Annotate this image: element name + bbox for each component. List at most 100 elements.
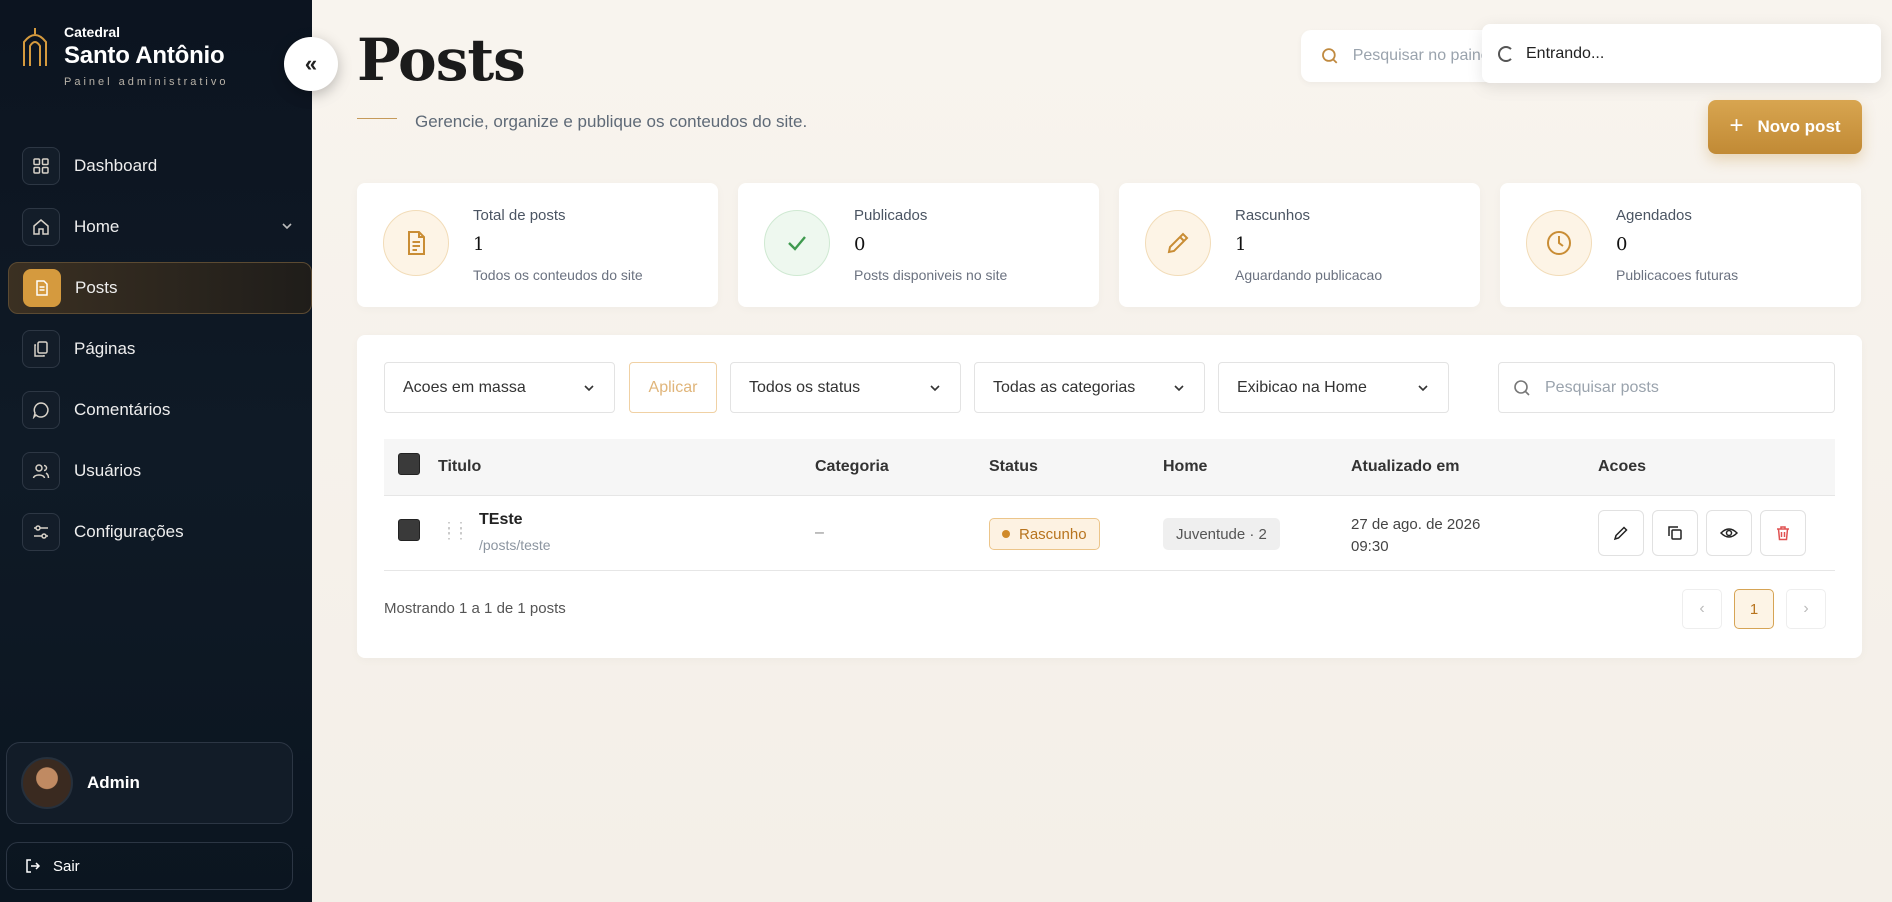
- home-icon: [22, 208, 60, 246]
- search-icon: [1514, 379, 1530, 396]
- pencil-icon: [1613, 526, 1628, 541]
- posts-panel: Acoes em massa Aplicar Todos os status T…: [357, 335, 1862, 658]
- comment-icon: [22, 391, 60, 429]
- sidebar-item-usuarios[interactable]: Usuários: [8, 445, 312, 497]
- top-search-placeholder: Pesquisar no painel: [1352, 47, 1491, 64]
- stat-value: 0: [1616, 234, 1628, 255]
- settings-icon: [22, 513, 60, 551]
- home-badge-label: Juventude · 2: [1176, 525, 1267, 543]
- clock-icon: [1526, 210, 1592, 276]
- apply-label: Aplicar: [648, 378, 698, 396]
- column-header-status[interactable]: Status: [989, 458, 1038, 476]
- apply-button[interactable]: Aplicar: [629, 362, 717, 413]
- new-post-button[interactable]: + Novo post: [1708, 100, 1862, 154]
- copy-icon: [1668, 526, 1682, 540]
- user-name: Admin: [87, 773, 140, 792]
- chevron-down-icon: [1418, 385, 1428, 392]
- document-icon: [383, 210, 449, 276]
- column-header-acoes: Acoes: [1598, 458, 1647, 475]
- double-chevron-left-icon: «: [304, 51, 318, 76]
- posts-search-input[interactable]: Pesquisar posts: [1498, 362, 1835, 413]
- stat-desc: Publicacoes futuras: [1616, 267, 1739, 283]
- logout-label: Sair: [53, 857, 80, 875]
- sidebar-item-label: Configurações: [74, 522, 184, 541]
- stat-label: Rascunhos: [1235, 207, 1311, 224]
- document-icon: [23, 269, 61, 307]
- row-checkbox[interactable]: [398, 519, 420, 541]
- post-slug: /posts/teste: [479, 537, 551, 553]
- chevron-down-icon: [1174, 385, 1184, 392]
- stat-card-total: Total de posts 1 Todos os conteudos do s…: [357, 183, 718, 307]
- post-title-link[interactable]: TEste: [479, 511, 523, 529]
- stat-desc: Posts disponiveis no site: [854, 267, 1008, 283]
- status-filter-select[interactable]: Todos os status: [730, 362, 961, 413]
- column-header-categoria[interactable]: Categoria: [815, 458, 889, 476]
- post-category: –: [815, 524, 824, 541]
- home-filter-select[interactable]: Exibicao na Home: [1218, 362, 1449, 413]
- sidebar-item-label: Usuários: [74, 461, 142, 480]
- sidebar-item-configuracoes[interactable]: Configurações: [8, 506, 312, 558]
- sidebar-item-label: Home: [74, 217, 120, 236]
- pagination-info: Mostrando 1 a 1 de 1 posts: [384, 600, 566, 617]
- chevron-down-icon: [584, 385, 594, 392]
- updated-time: 09:30: [1351, 538, 1389, 555]
- sidebar-item-label: Posts: [75, 278, 118, 297]
- sidebar-item-label: Comentários: [74, 400, 171, 419]
- brand: Catedral Santo Antônio Painel administra…: [20, 22, 229, 88]
- delete-button[interactable]: [1760, 510, 1806, 556]
- stat-value: 1: [1235, 234, 1247, 255]
- stat-label: Total de posts: [473, 207, 566, 224]
- stat-value: 1: [473, 234, 485, 255]
- main-content: Posts Gerencie, organize e publique os c…: [312, 0, 1892, 902]
- status-filter-value: Todos os status: [749, 378, 861, 396]
- duplicate-button[interactable]: [1652, 510, 1698, 556]
- select-all-checkbox[interactable]: [398, 453, 420, 475]
- logout-icon: [26, 859, 41, 873]
- collapse-sidebar-button[interactable]: «: [284, 37, 338, 91]
- chevron-down-icon[interactable]: [280, 219, 294, 233]
- page-number: 1: [1749, 600, 1759, 618]
- brand-small: Catedral: [64, 24, 121, 40]
- view-button[interactable]: [1706, 510, 1752, 556]
- user-card[interactable]: Admin: [6, 742, 293, 824]
- column-header-atualizado[interactable]: Atualizado em: [1351, 458, 1459, 476]
- column-header-home[interactable]: Home: [1163, 458, 1207, 476]
- stat-card-publicados: Publicados 0 Posts disponiveis no site: [738, 183, 1099, 307]
- prev-page-button[interactable]: ‹: [1682, 589, 1722, 629]
- search-icon: [1322, 48, 1338, 64]
- updated-at: 27 de ago. de 2026 09:30: [1351, 514, 1480, 558]
- pencil-icon: [1145, 210, 1211, 276]
- stat-card-rascunhos: Rascunhos 1 Aguardando publicacao: [1119, 183, 1480, 307]
- drag-handle-icon[interactable]: ⋮⋮ ⋮⋮: [442, 520, 468, 540]
- chevron-right-icon: ›: [1803, 600, 1809, 617]
- sidebar: Catedral Santo Antônio Painel administra…: [0, 0, 312, 902]
- logout-button[interactable]: Sair: [6, 842, 293, 890]
- edit-button[interactable]: [1598, 510, 1644, 556]
- stat-desc: Todos os conteudos do site: [473, 267, 643, 283]
- stats-row: Total de posts 1 Todos os conteudos do s…: [357, 183, 1861, 307]
- table-row: ⋮⋮ ⋮⋮ TEste /posts/teste – Rascunho Juven…: [384, 496, 1835, 571]
- sidebar-item-comentarios[interactable]: Comentários: [8, 384, 312, 436]
- sidebar-item-home[interactable]: Home: [8, 201, 312, 253]
- page-title: Posts: [357, 26, 526, 94]
- updated-date: 27 de ago. de 2026: [1351, 516, 1481, 533]
- sidebar-item-label: Páginas: [74, 339, 136, 358]
- status-dot-icon: [1002, 530, 1010, 538]
- toast-notification: Entrando...: [1482, 24, 1881, 83]
- bulk-actions-value: Acoes em massa: [403, 378, 526, 396]
- sidebar-item-label: Dashboard: [74, 156, 158, 175]
- sidebar-item-posts[interactable]: Posts: [8, 262, 312, 314]
- new-post-label: Novo post: [1757, 117, 1841, 136]
- trash-icon: [1777, 526, 1789, 541]
- status-badge: Rascunho: [989, 518, 1100, 550]
- bulk-actions-select[interactable]: Acoes em massa: [384, 362, 615, 413]
- top-search-input[interactable]: Pesquisar no painel: [1301, 30, 1491, 82]
- sidebar-item-paginas[interactable]: Páginas: [8, 323, 312, 375]
- page-button-current[interactable]: 1: [1734, 589, 1774, 629]
- chevron-left-icon: ‹: [1699, 600, 1705, 617]
- stat-value: 0: [854, 234, 866, 255]
- sidebar-item-dashboard[interactable]: Dashboard: [8, 140, 312, 192]
- column-header-titulo[interactable]: Titulo: [438, 458, 481, 476]
- next-page-button[interactable]: ›: [1786, 589, 1826, 629]
- category-filter-select[interactable]: Todas as categorias: [974, 362, 1205, 413]
